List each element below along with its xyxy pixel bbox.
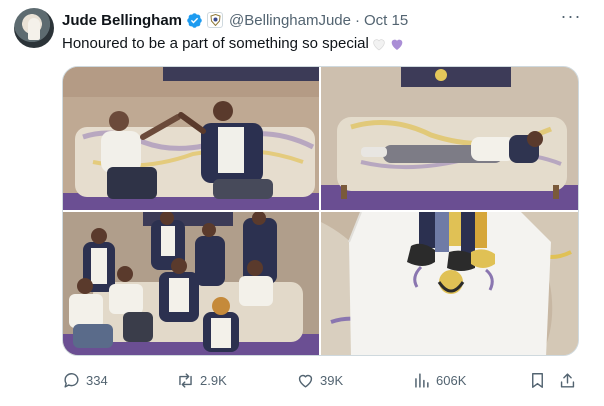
avatar[interactable] <box>14 8 54 48</box>
repost-button[interactable]: 2.9K <box>176 368 227 392</box>
tweet-text: Honoured to be a part of something so sp… <box>62 35 369 52</box>
bookmark-button[interactable] <box>528 368 552 392</box>
like-button[interactable]: 39K <box>296 368 343 392</box>
separator: · <box>355 11 360 29</box>
share-button[interactable] <box>558 368 582 392</box>
post-date[interactable]: Oct 15 <box>364 12 408 29</box>
like-count: 39K <box>320 372 344 388</box>
real-madrid-crest-icon[interactable] <box>207 12 224 28</box>
tweet-card[interactable]: Jude Bellingham @BellinghamJude · Oct 15… <box>0 0 604 406</box>
repost-count: 2.9K <box>200 372 227 388</box>
author-name[interactable]: Jude Bellingham <box>62 12 182 29</box>
bookmark-icon <box>532 372 543 388</box>
share-icon <box>560 372 575 388</box>
media-grid <box>62 66 579 356</box>
tweet-header: Jude Bellingham @BellinghamJude · Oct 15 <box>62 10 408 30</box>
view-count: 606K <box>436 372 467 388</box>
photo-3[interactable] <box>63 212 319 355</box>
views-icon <box>415 372 429 388</box>
photo-1[interactable] <box>63 67 319 210</box>
tweet-body: Honoured to be a part of something so sp… <box>62 34 405 54</box>
photo-2[interactable] <box>321 67 578 210</box>
photo-4[interactable] <box>321 212 578 355</box>
repost-icon <box>179 372 192 388</box>
white-heart-icon <box>373 39 385 51</box>
purple-heart-icon <box>391 39 403 50</box>
reply-count: 334 <box>86 372 108 388</box>
like-icon <box>298 374 313 388</box>
action-bar: 334 2.9K 39K 606K <box>62 368 586 392</box>
reply-icon <box>64 372 79 388</box>
verified-badge-icon <box>187 12 202 28</box>
views-button[interactable]: 606K <box>412 368 466 392</box>
reply-button[interactable]: 334 <box>62 368 108 392</box>
author-handle[interactable]: @BellinghamJude <box>229 12 351 29</box>
more-options-icon[interactable]: ··· <box>560 7 582 28</box>
